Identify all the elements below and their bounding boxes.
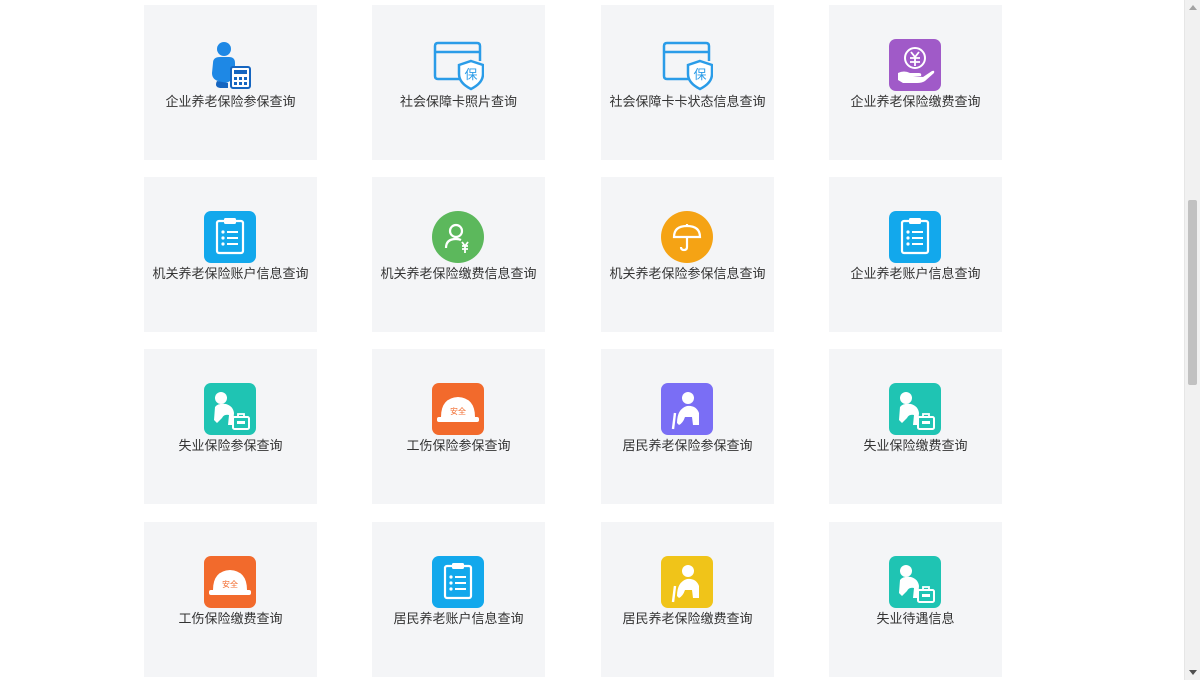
svg-text:安全: 安全 — [222, 579, 238, 589]
card-label: 工伤保险缴费查询 — [178, 612, 283, 627]
hard-hat-icon: 安全 — [204, 556, 256, 608]
person-calculator-icon — [204, 39, 256, 91]
elderly-person-icon — [661, 556, 713, 608]
card-label: 企业养老保险缴费查询 — [850, 95, 981, 110]
card-label: 居民养老保险参保查询 — [622, 439, 753, 454]
card-label: 居民养老账户信息查询 — [393, 612, 524, 627]
card-label: 机关养老保险缴费信息查询 — [380, 267, 537, 282]
scroll-up-arrow-icon[interactable] — [1189, 5, 1197, 10]
elderly-person-icon — [661, 383, 713, 435]
card-label: 企业养老保险参保查询 — [165, 95, 296, 110]
unemployed-person-icon — [889, 383, 941, 435]
card-work-injury-insurance-payment-query[interactable]: 安全 工伤保险缴费查询 — [144, 522, 317, 677]
card-label: 社会保障卡卡状态信息查询 — [609, 95, 766, 110]
card-label: 工伤保险参保查询 — [406, 439, 511, 454]
card-government-pension-account-query[interactable]: 机关养老保险账户信息查询 — [144, 177, 317, 332]
card-social-security-card-status-query[interactable]: 保 社会保障卡卡状态信息查询 — [601, 5, 774, 160]
clipboard-list-icon — [432, 556, 484, 608]
card-label: 社会保障卡照片查询 — [399, 95, 517, 110]
card-work-injury-insurance-enrollment-query[interactable]: 安全 工伤保险参保查询 — [372, 349, 545, 504]
umbrella-icon — [661, 211, 713, 263]
hard-hat-icon: 安全 — [432, 383, 484, 435]
card-unemployment-insurance-payment-query[interactable]: 失业保险缴费查询 — [829, 349, 1002, 504]
card-government-pension-payment-query[interactable]: 机关养老保险缴费信息查询 — [372, 177, 545, 332]
unemployed-person-icon — [204, 383, 256, 435]
unemployed-person-icon — [889, 556, 941, 608]
card-label: 居民养老保险缴费查询 — [622, 612, 753, 627]
card-unemployment-benefit-info[interactable]: 失业待遇信息 — [829, 522, 1002, 677]
card-label: 机关养老保险参保信息查询 — [609, 267, 766, 282]
card-label: 失业保险参保查询 — [178, 439, 283, 454]
scroll-down-arrow-icon[interactable] — [1189, 670, 1197, 675]
card-label: 失业待遇信息 — [876, 612, 955, 627]
card-label: 失业保险缴费查询 — [863, 439, 968, 454]
vertical-scrollbar[interactable] — [1184, 0, 1200, 680]
svg-text:保: 保 — [693, 68, 706, 83]
insurance-card-icon: 保 — [432, 39, 484, 91]
card-resident-pension-payment-query[interactable]: 居民养老保险缴费查询 — [601, 522, 774, 677]
card-enterprise-pension-enrollment-query[interactable]: 企业养老保险参保查询 — [144, 5, 317, 160]
insurance-card-icon: 保 — [661, 39, 713, 91]
svg-text:安全: 安全 — [450, 406, 466, 416]
yuan-hand-icon — [889, 39, 941, 91]
card-enterprise-pension-account-query[interactable]: 企业养老账户信息查询 — [829, 177, 1002, 332]
card-resident-pension-account-query[interactable]: 居民养老账户信息查询 — [372, 522, 545, 677]
clipboard-list-icon — [889, 211, 941, 263]
card-unemployment-insurance-enrollment-query[interactable]: 失业保险参保查询 — [144, 349, 317, 504]
svg-text:保: 保 — [464, 68, 477, 83]
person-yuan-icon — [432, 211, 484, 263]
scrollbar-thumb[interactable] — [1188, 200, 1197, 385]
card-label: 机关养老保险账户信息查询 — [152, 267, 309, 282]
clipboard-list-icon — [204, 211, 256, 263]
card-enterprise-pension-payment-query[interactable]: 企业养老保险缴费查询 — [829, 5, 1002, 160]
card-social-security-card-photo-query[interactable]: 保 社会保障卡照片查询 — [372, 5, 545, 160]
card-resident-pension-enrollment-query[interactable]: 居民养老保险参保查询 — [601, 349, 774, 504]
card-government-pension-enrollment-query[interactable]: 机关养老保险参保信息查询 — [601, 177, 774, 332]
card-label: 企业养老账户信息查询 — [850, 267, 981, 282]
